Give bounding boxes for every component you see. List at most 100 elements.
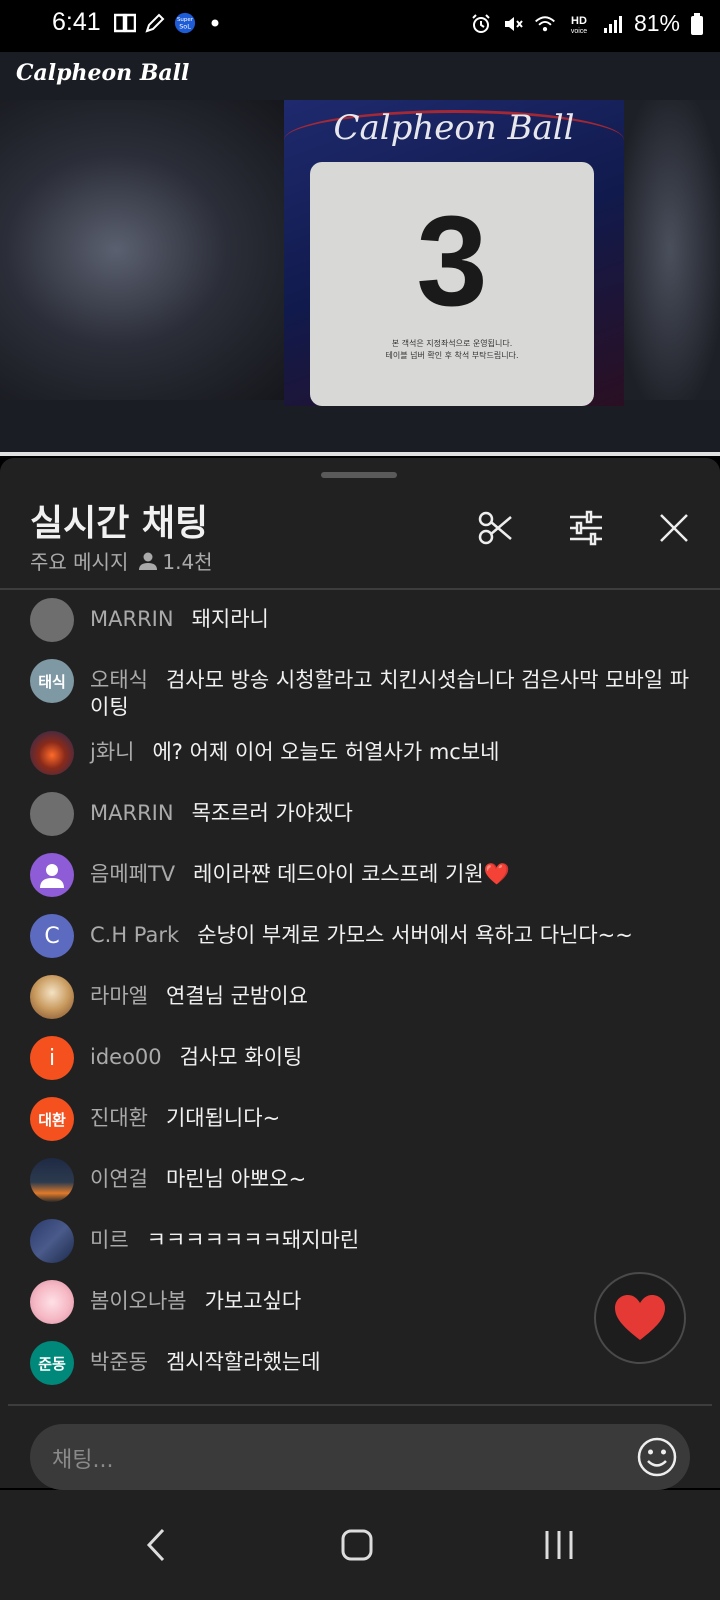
table-number: 3 (416, 190, 488, 333)
battery-icon (690, 12, 704, 35)
chat-subtitle[interactable]: 주요 메시지 1.4천 (30, 546, 213, 575)
avatar[interactable] (30, 853, 74, 897)
table-card-fine-print: 본 객석은 지정좌석으로 운영됩니다. 테이블 넘버 확인 후 착석 부탁드립니… (310, 338, 594, 362)
chat-message[interactable]: 봄이오나봄 가보고싶다 (30, 1280, 690, 1324)
chat-message[interactable]: 이연걸 마린님 아뽀오~ (30, 1158, 690, 1202)
message-author[interactable]: 미르 (90, 1228, 129, 1252)
message-author[interactable]: 라마엘 (90, 984, 148, 1008)
signal-icon (602, 13, 624, 35)
chat-message-list[interactable]: MARRIN 돼지라니 태식 오태식 검사모 방송 시청할라고 치킨시셧습니다 검은… (0, 590, 720, 1398)
chat-message[interactable]: 라마엘 연결님 군밤이요 (30, 975, 690, 1019)
avatar[interactable]: i (30, 1036, 74, 1080)
chat-message[interactable]: 음메페TV 레이라쨘 데드아이 코스프레 기원❤️ (30, 853, 690, 897)
avatar[interactable] (30, 1280, 74, 1324)
chat-message[interactable]: 준동 박준동 겜시작할라했는데 (30, 1341, 690, 1385)
poster-title: Calpheon Ball (333, 108, 575, 148)
fine-print-line-1: 본 객석은 지정좌석으로 운영됩니다. (391, 339, 513, 348)
message-author[interactable]: j화니 (90, 740, 134, 764)
hd-voice-icon: HD voice (566, 13, 592, 35)
chat-message[interactable]: j화니 에? 어제 이어 오늘도 허열사가 mc보네 (30, 731, 690, 775)
message-author[interactable]: 진대환 (90, 1106, 148, 1130)
tune-icon (570, 510, 602, 546)
message-text: 연결님 군밤이요 (165, 984, 308, 1008)
message-author[interactable]: 음메페TV (90, 862, 175, 886)
system-navigation-bar (0, 1490, 720, 1600)
message-author[interactable]: ideo00 (90, 1045, 162, 1069)
avatar[interactable]: 준동 (30, 1341, 74, 1385)
alarm-icon (470, 13, 492, 35)
viewer-count-value: 1.4천 (162, 550, 213, 574)
message-text: 돼지라니 (191, 607, 269, 631)
channel-logo: Calpheon Ball (16, 60, 190, 86)
avatar[interactable] (30, 731, 74, 775)
close-chat-button[interactable] (652, 506, 696, 550)
video-progress-bar[interactable] (0, 452, 720, 456)
message-author[interactable]: 이연걸 (90, 1167, 148, 1191)
chat-message[interactable]: 대환 진대환 기대됩니다~ (30, 1097, 690, 1141)
clip-button[interactable] (474, 506, 518, 550)
chat-input-placeholder[interactable]: 채팅... (52, 1442, 113, 1474)
chat-message[interactable]: MARRIN 돼지라니 (30, 598, 690, 642)
chat-title: 실시간 채팅 (30, 503, 209, 544)
heart-icon (615, 1295, 665, 1340)
message-text: 검사모 방송 시청할라고 치킨시셧습니다 검은사막 모바일 파이팅 (90, 668, 690, 719)
avatar[interactable] (30, 1219, 74, 1263)
message-text: 기대됩니다~ (165, 1106, 281, 1130)
message-author[interactable]: MARRIN (90, 801, 174, 825)
dot-icon (204, 12, 226, 34)
chat-message[interactable]: i ideo00 검사모 화이팅 (30, 1036, 690, 1080)
person-icon (139, 552, 158, 570)
message-text: ㅋㅋㅋㅋㅋㅋㅋ돼지마린 (146, 1228, 360, 1252)
chat-input[interactable]: 채팅... (30, 1424, 690, 1490)
message-text: 가보고싶다 (204, 1289, 302, 1313)
super-sol-line2: SoL (179, 23, 191, 31)
recent-apps-button[interactable] (529, 1510, 589, 1580)
avatar[interactable]: 태식 (30, 659, 74, 703)
mute-icon (502, 13, 524, 35)
chat-message[interactable]: C C.H Park 순냥이 부계로 가모스 서버에서 욕하고 다닌다~~ (30, 914, 690, 958)
pencil-icon (144, 12, 166, 34)
chat-message[interactable]: 미르 ㅋㅋㅋㅋㅋㅋㅋ돼지마린 (30, 1219, 690, 1263)
avatar[interactable] (30, 975, 74, 1019)
drag-handle[interactable] (321, 472, 397, 478)
status-notification-icons: Super SoL (114, 12, 226, 34)
message-author[interactable]: 봄이오나봄 (90, 1289, 187, 1313)
message-text: 겜시작할라했는데 (165, 1350, 321, 1374)
close-icon (660, 514, 688, 542)
person-icon (40, 864, 64, 888)
message-text: 에? 어제 이어 오늘도 허열사가 mc보네 (152, 740, 500, 764)
message-author[interactable]: 오태식 (90, 668, 148, 692)
video-background-right (620, 100, 720, 400)
avatar[interactable] (30, 792, 74, 836)
viewer-count: 1.4천 (138, 546, 213, 575)
avatar[interactable]: 대환 (30, 1097, 74, 1141)
scissors-icon (478, 511, 512, 545)
chat-message[interactable]: MARRIN 목조르러 가야겠다 (30, 792, 690, 836)
message-author[interactable]: 박준동 (90, 1350, 148, 1374)
video-poster: Calpheon Ball 3 본 객석은 지정좌석으로 운영됩니다. 테이블 … (284, 100, 624, 406)
emoji-button[interactable] (636, 1436, 678, 1478)
back-button[interactable] (126, 1510, 186, 1580)
fine-print-line-2: 테이블 넘버 확인 후 착석 부탁드립니다. (385, 351, 519, 360)
chat-settings-button[interactable] (564, 506, 608, 550)
message-text: 레이라쨘 데드아이 코스프레 기원❤️ (193, 862, 510, 886)
top-messages-label[interactable]: 주요 메시지 (30, 546, 128, 575)
voice-label: voice (571, 28, 587, 35)
message-author[interactable]: MARRIN (90, 607, 174, 631)
input-divider (8, 1404, 712, 1406)
wifi-icon (534, 13, 556, 35)
home-button[interactable] (327, 1510, 387, 1580)
status-time: 6:41 (52, 8, 101, 36)
avatar[interactable] (30, 598, 74, 642)
message-text: 순냥이 부계로 가모스 서버에서 욕하고 다닌다~~ (197, 923, 633, 947)
avatar[interactable]: C (30, 914, 74, 958)
recent-apps-icon (545, 1531, 573, 1559)
message-text: 검사모 화이팅 (179, 1045, 303, 1069)
avatar[interactable] (30, 1158, 74, 1202)
chat-message[interactable]: 태식 오태식 검사모 방송 시청할라고 치킨시셧습니다 검은사막 모바일 파이팅 (30, 659, 690, 721)
video-player[interactable]: Calpheon Ball 3 본 객석은 지정좌석으로 운영됩니다. 테이블 … (0, 52, 720, 452)
message-author[interactable]: C.H Park (90, 923, 179, 947)
back-icon (146, 1528, 165, 1562)
heart-reaction-button[interactable] (594, 1272, 686, 1364)
video-background-left (0, 100, 290, 400)
